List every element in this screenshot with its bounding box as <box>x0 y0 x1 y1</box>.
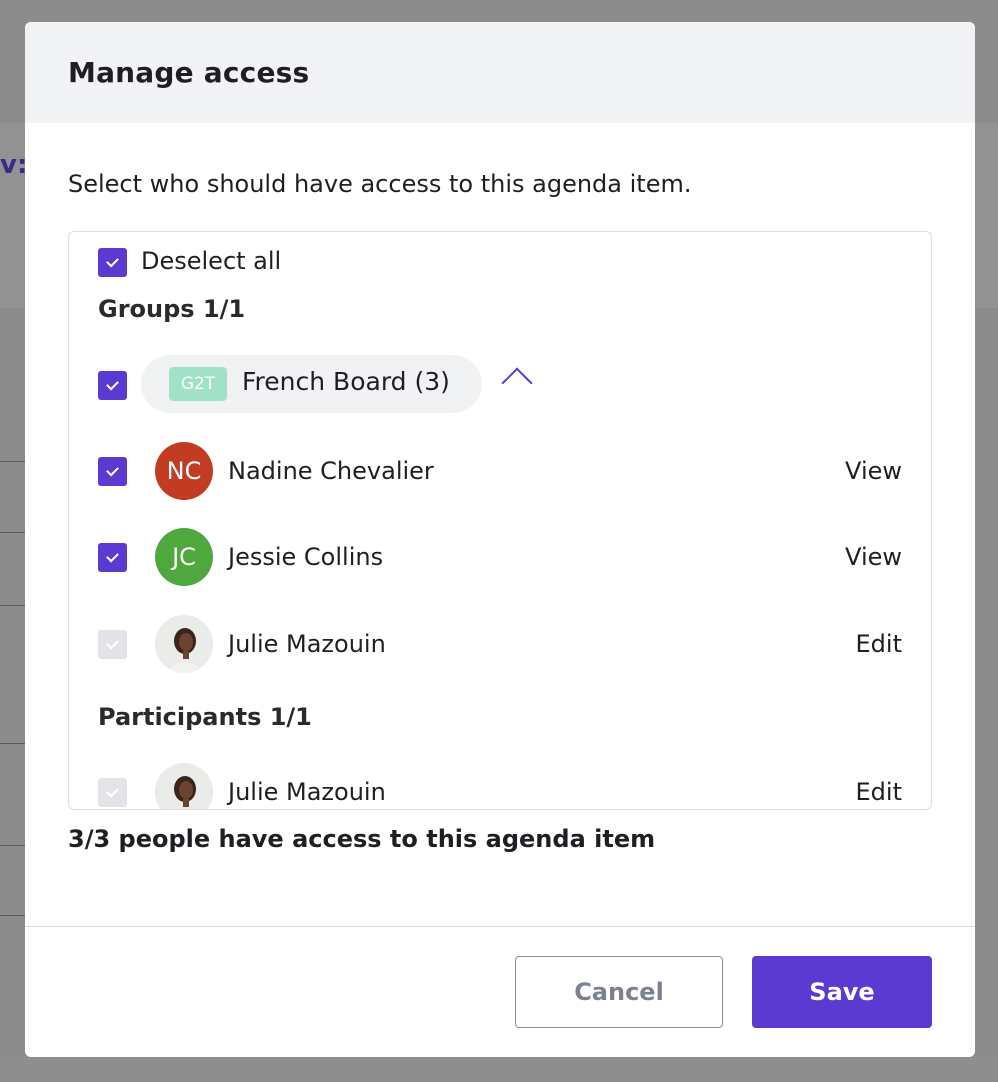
member-name: Nadine Chevalier <box>228 457 434 485</box>
background-divider <box>0 915 25 916</box>
member-name: Julie Mazouin <box>228 630 386 658</box>
check-icon <box>106 549 119 563</box>
member-checkbox[interactable] <box>98 457 127 486</box>
group-checkbox[interactable] <box>98 371 127 400</box>
background-divider <box>0 461 25 462</box>
access-summary: 3/3 people have access to this agenda it… <box>68 825 656 853</box>
check-icon <box>106 636 119 650</box>
cancel-button[interactable]: Cancel <box>515 956 723 1028</box>
check-icon <box>106 377 119 391</box>
member-permission: Edit <box>855 630 902 658</box>
manage-access-dialog: Manage access Select who should have acc… <box>25 22 975 1057</box>
member-permission[interactable]: View <box>845 457 902 485</box>
background-footer <box>0 1056 998 1082</box>
groups-section-title: Groups 1/1 <box>98 295 246 323</box>
dialog-subtitle: Select who should have access to this ag… <box>68 170 692 198</box>
avatar: JC <box>155 528 213 586</box>
chevron-up-icon[interactable] <box>501 367 533 399</box>
avatar: NC <box>155 442 213 500</box>
participants-section-title: Participants 1/1 <box>98 703 312 731</box>
person-photo-icon <box>155 615 213 673</box>
background-divider <box>0 532 25 533</box>
check-icon <box>106 784 119 798</box>
dialog-header: Manage access <box>25 22 975 123</box>
background-divider <box>0 743 25 744</box>
member-name: Jessie Collins <box>228 543 384 571</box>
access-list[interactable]: Deselect all Groups 1/1 G2T French Board… <box>68 231 932 810</box>
participant-checkbox-disabled <box>98 778 127 807</box>
save-button[interactable]: Save <box>752 956 932 1028</box>
avatar-photo <box>155 763 213 809</box>
deselect-all-checkbox[interactable] <box>98 248 127 277</box>
check-icon <box>106 254 119 268</box>
participant-permission: Edit <box>855 778 902 806</box>
member-checkbox-disabled <box>98 630 127 659</box>
dialog-title: Manage access <box>68 56 310 89</box>
participant-name: Julie Mazouin <box>228 778 386 806</box>
background-divider <box>0 605 25 606</box>
footer-divider <box>25 926 975 927</box>
deselect-all-label[interactable]: Deselect all <box>141 247 281 275</box>
avatar-photo <box>155 615 213 673</box>
group-chip[interactable]: G2T French Board (3) <box>141 355 482 413</box>
check-icon <box>106 463 119 477</box>
member-checkbox[interactable] <box>98 543 127 572</box>
background-divider <box>0 845 25 846</box>
group-name: French Board (3) <box>242 367 450 396</box>
member-permission[interactable]: View <box>845 543 902 571</box>
person-photo-icon <box>155 763 213 809</box>
group-badge: G2T <box>169 367 227 401</box>
